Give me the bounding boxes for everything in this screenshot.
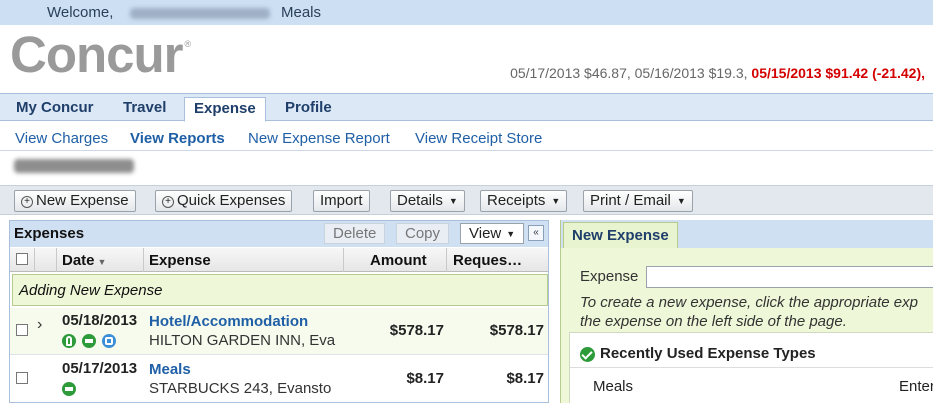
- tab-my-concur[interactable]: My Concur: [16, 99, 94, 116]
- link-view-reports[interactable]: View Reports: [130, 130, 225, 147]
- credit-card-icon: [62, 382, 76, 396]
- view-menu-button[interactable]: View ▼: [460, 223, 525, 244]
- new-expense-tabbar: New Expense: [561, 220, 933, 248]
- delete-button[interactable]: Delete: [324, 223, 386, 244]
- expense-date: 05/18/2013: [62, 312, 138, 329]
- expense-vendor: STARBUCKS 243, Evansto: [149, 380, 332, 397]
- column-date-label: Date: [62, 252, 95, 269]
- select-all-checkbox[interactable]: [16, 253, 28, 265]
- credit-card-icon: [81, 334, 96, 348]
- details-label: Details: [397, 192, 443, 209]
- column-divider: [56, 248, 57, 272]
- recent-totals: 05/17/2013 $46.87, 05/16/2013 $19.3, 05/…: [510, 65, 925, 81]
- report-toolbar: + New Expense + Quick Expenses Import Deta…: [0, 185, 933, 215]
- expenses-column-headers: Date ▼ Expense Amount Reques…: [10, 248, 548, 272]
- quick-expenses-button[interactable]: + Quick Expenses: [155, 190, 293, 212]
- itemized-icon: [101, 334, 116, 348]
- caret-down-icon: ▼: [506, 229, 516, 239]
- collapse-panel-icon[interactable]: «: [528, 225, 544, 241]
- column-divider: [34, 248, 35, 272]
- adding-new-expense-text: Adding New Expense: [19, 282, 163, 299]
- welcome-bar: Welcome, Meals: [0, 0, 933, 25]
- help-line-2: the expense on the left side of the page…: [580, 313, 847, 330]
- header: Concur ® 05/17/2013 $46.87, 05/16/2013 $1…: [0, 25, 933, 93]
- import-button[interactable]: Import: [313, 190, 370, 212]
- current-context-label: Meals: [281, 4, 322, 21]
- column-divider: [143, 248, 144, 272]
- plus-icon: +: [21, 196, 33, 208]
- receipts-label: Receipts: [487, 192, 546, 209]
- recent-totals-normal: 05/17/2013 $46.87, 05/16/2013 $19.3,: [510, 65, 752, 81]
- recent-expense-types-heading: Recently Used Expense Types: [600, 345, 816, 362]
- link-view-receipt-store[interactable]: View Receipt Store: [415, 130, 542, 147]
- expense-type-link[interactable]: Hotel/Accommodation: [149, 313, 308, 330]
- copy-button[interactable]: Copy: [396, 223, 450, 244]
- chevron-right-icon[interactable]: ›: [37, 316, 42, 334]
- sub-nav: View Charges View Reports New Expense Re…: [0, 121, 933, 151]
- expense-row[interactable]: 05/17/2013 Meals STARBUCKS 243, Evansto …: [10, 356, 548, 402]
- concur-logo[interactable]: Concur ®: [10, 25, 191, 84]
- recent-expense-types-box: Recently Used Expense Types Meals Enter: [569, 332, 933, 403]
- tab-new-expense[interactable]: New Expense: [563, 222, 678, 248]
- adding-new-expense-row[interactable]: Adding New Expense: [12, 274, 548, 306]
- quick-expenses-label: Quick Expenses: [177, 192, 286, 209]
- expense-date: 05/17/2013: [62, 360, 138, 377]
- link-new-expense-report[interactable]: New Expense Report: [248, 130, 390, 147]
- new-expense-button[interactable]: + New Expense: [14, 190, 136, 212]
- column-expense[interactable]: Expense: [149, 252, 211, 269]
- expenses-panel-header: Expenses Delete Copy View ▼ «: [10, 221, 548, 247]
- expense-type-input[interactable]: [646, 266, 933, 288]
- expense-type-label: Expense: [580, 268, 639, 285]
- plus-icon: +: [162, 196, 174, 208]
- help-line-1: To create a new expense, click the appro…: [580, 294, 918, 311]
- new-expense-help-text: To create a new expense, click the appro…: [580, 293, 933, 331]
- column-requested[interactable]: Reques…: [453, 252, 522, 269]
- user-name-redacted: [130, 8, 270, 19]
- checkmark-icon: [580, 347, 595, 362]
- print-email-label: Print / Email: [590, 192, 671, 209]
- expense-amount: $578.17: [389, 322, 444, 339]
- divider: [570, 367, 933, 368]
- column-amount[interactable]: Amount: [370, 252, 427, 269]
- caret-down-icon: ▼: [676, 196, 686, 206]
- sort-desc-icon: ▼: [97, 257, 107, 267]
- view-label: View: [469, 225, 502, 242]
- expense-vendor: HILTON GARDEN INN, Eva: [149, 332, 336, 349]
- print-email-menu-button[interactable]: Print / Email ▼: [583, 190, 693, 212]
- welcome-text: Welcome,: [47, 4, 114, 21]
- column-divider: [343, 248, 344, 272]
- receipts-menu-button[interactable]: Receipts ▼: [480, 190, 568, 212]
- import-label: Import: [320, 192, 363, 209]
- new-expense-label: New Expense: [36, 192, 129, 209]
- report-name-redacted: [14, 159, 134, 173]
- expenses-title: Expenses: [14, 225, 85, 242]
- tab-travel[interactable]: Travel: [123, 99, 166, 116]
- expense-status-icons: [62, 334, 118, 350]
- row-checkbox[interactable]: [16, 324, 28, 336]
- link-view-charges[interactable]: View Charges: [15, 130, 108, 147]
- logo-text: Concur: [10, 26, 183, 83]
- details-menu-button[interactable]: Details ▼: [390, 190, 465, 212]
- attendee-icon: [62, 334, 76, 348]
- column-divider: [446, 248, 447, 272]
- main-nav: My Concur Travel Expense Profile: [0, 93, 933, 122]
- column-date[interactable]: Date ▼: [62, 252, 106, 269]
- recent-totals-highlight: 05/15/2013 $91.42 (-21.42),: [751, 65, 925, 81]
- expense-type-link[interactable]: Meals: [149, 361, 191, 378]
- caret-down-icon: ▼: [448, 196, 458, 206]
- expenses-panel: Expenses Delete Copy View ▼ « Date ▼ Expen…: [9, 220, 549, 403]
- expense-requested: $578.17: [489, 322, 544, 339]
- recent-type-meals[interactable]: Meals: [593, 378, 633, 395]
- caret-down-icon: ▼: [551, 196, 561, 206]
- tab-expense[interactable]: Expense: [184, 97, 266, 122]
- row-checkbox[interactable]: [16, 372, 28, 384]
- expense-row[interactable]: › 05/18/2013 Hotel/Accommodation HILTON …: [10, 308, 548, 355]
- recent-type-entertainment[interactable]: Enter: [899, 378, 933, 395]
- expense-amount: $8.17: [406, 370, 444, 387]
- expense-status-icons: [62, 382, 78, 398]
- new-expense-panel: New Expense Expense To create a new expe…: [560, 220, 933, 403]
- expense-requested: $8.17: [506, 370, 544, 387]
- tab-profile[interactable]: Profile: [285, 99, 332, 116]
